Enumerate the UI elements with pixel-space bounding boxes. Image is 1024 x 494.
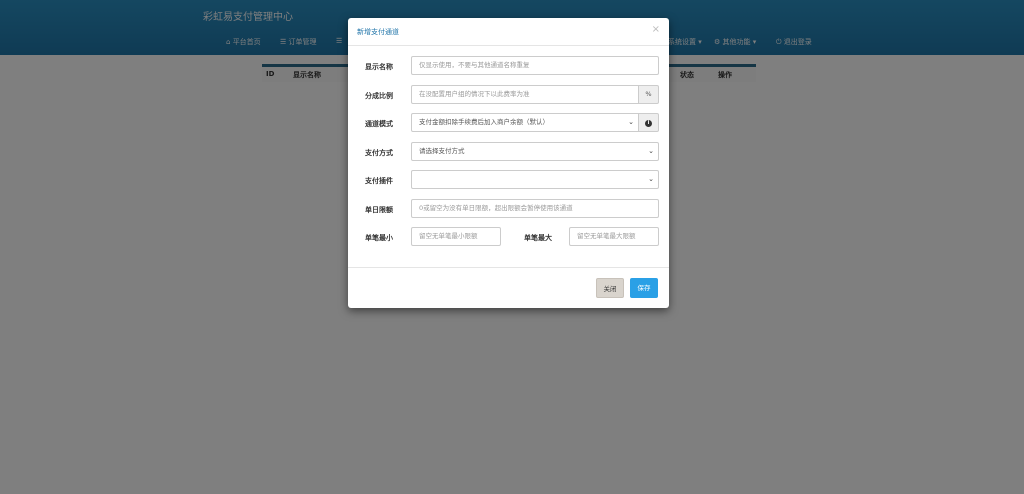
label-plugin: 支付插件 bbox=[365, 177, 393, 185]
chevron-down-icon: ⌄ bbox=[648, 175, 654, 183]
rate-input[interactable]: 在没配置用户组的情况下以此费率为准 bbox=[411, 85, 639, 104]
mode-value: 支付金额扣除手续费后加入商户余额（默认） bbox=[419, 118, 549, 126]
close-button[interactable]: 关闭 bbox=[596, 278, 624, 298]
max-input[interactable]: 留空无单笔最大限额 bbox=[569, 227, 659, 246]
max-placeholder: 留空无单笔最大限额 bbox=[577, 232, 636, 240]
rate-placeholder: 在没配置用户组的情况下以此费率为准 bbox=[419, 90, 530, 98]
rate-percent-addon: % bbox=[638, 85, 659, 104]
daylimit-placeholder: 0或留空为没有单日限额，超出限额会暂停使用该通道 bbox=[419, 204, 573, 212]
save-button[interactable]: 保存 bbox=[630, 278, 658, 298]
label-name: 显示名称 bbox=[365, 63, 393, 71]
chevron-down-icon: ⌄ bbox=[628, 118, 634, 126]
daylimit-input[interactable]: 0或留空为没有单日限额，超出限额会暂停使用该通道 bbox=[411, 199, 659, 218]
min-input[interactable]: 留空无单笔最小限额 bbox=[411, 227, 501, 246]
label-max: 单笔最大 bbox=[524, 234, 552, 242]
info-icon: i bbox=[645, 120, 652, 127]
modal-header: 新增支付通道 × bbox=[348, 18, 669, 46]
close-icon[interactable]: × bbox=[652, 24, 660, 35]
modal-title: 新增支付通道 bbox=[357, 28, 399, 36]
label-daylimit: 单日限额 bbox=[365, 206, 393, 214]
label-mode: 通道模式 bbox=[365, 120, 393, 128]
chevron-down-icon: ⌄ bbox=[648, 147, 654, 155]
mode-select[interactable]: 支付金额扣除手续费后加入商户余额（默认） ⌄ bbox=[411, 113, 639, 132]
label-paytype: 支付方式 bbox=[365, 149, 393, 157]
mode-info-addon[interactable]: i bbox=[638, 113, 659, 132]
name-placeholder: 仅显示使用，不要与其他通道名称重复 bbox=[419, 61, 530, 69]
add-channel-modal: 新增支付通道 × 显示名称 仅显示使用，不要与其他通道名称重复 分成比例 在没配… bbox=[348, 18, 669, 308]
label-rate: 分成比例 bbox=[365, 92, 393, 100]
plugin-select[interactable]: ⌄ bbox=[411, 170, 659, 189]
paytype-value: 请选择支付方式 bbox=[419, 147, 465, 155]
name-input[interactable]: 仅显示使用，不要与其他通道名称重复 bbox=[411, 56, 659, 75]
paytype-select[interactable]: 请选择支付方式 ⌄ bbox=[411, 142, 659, 161]
min-placeholder: 留空无单笔最小限额 bbox=[419, 232, 478, 240]
modal-footer: 关闭 保存 bbox=[348, 267, 669, 309]
label-min: 单笔最小 bbox=[365, 234, 393, 242]
